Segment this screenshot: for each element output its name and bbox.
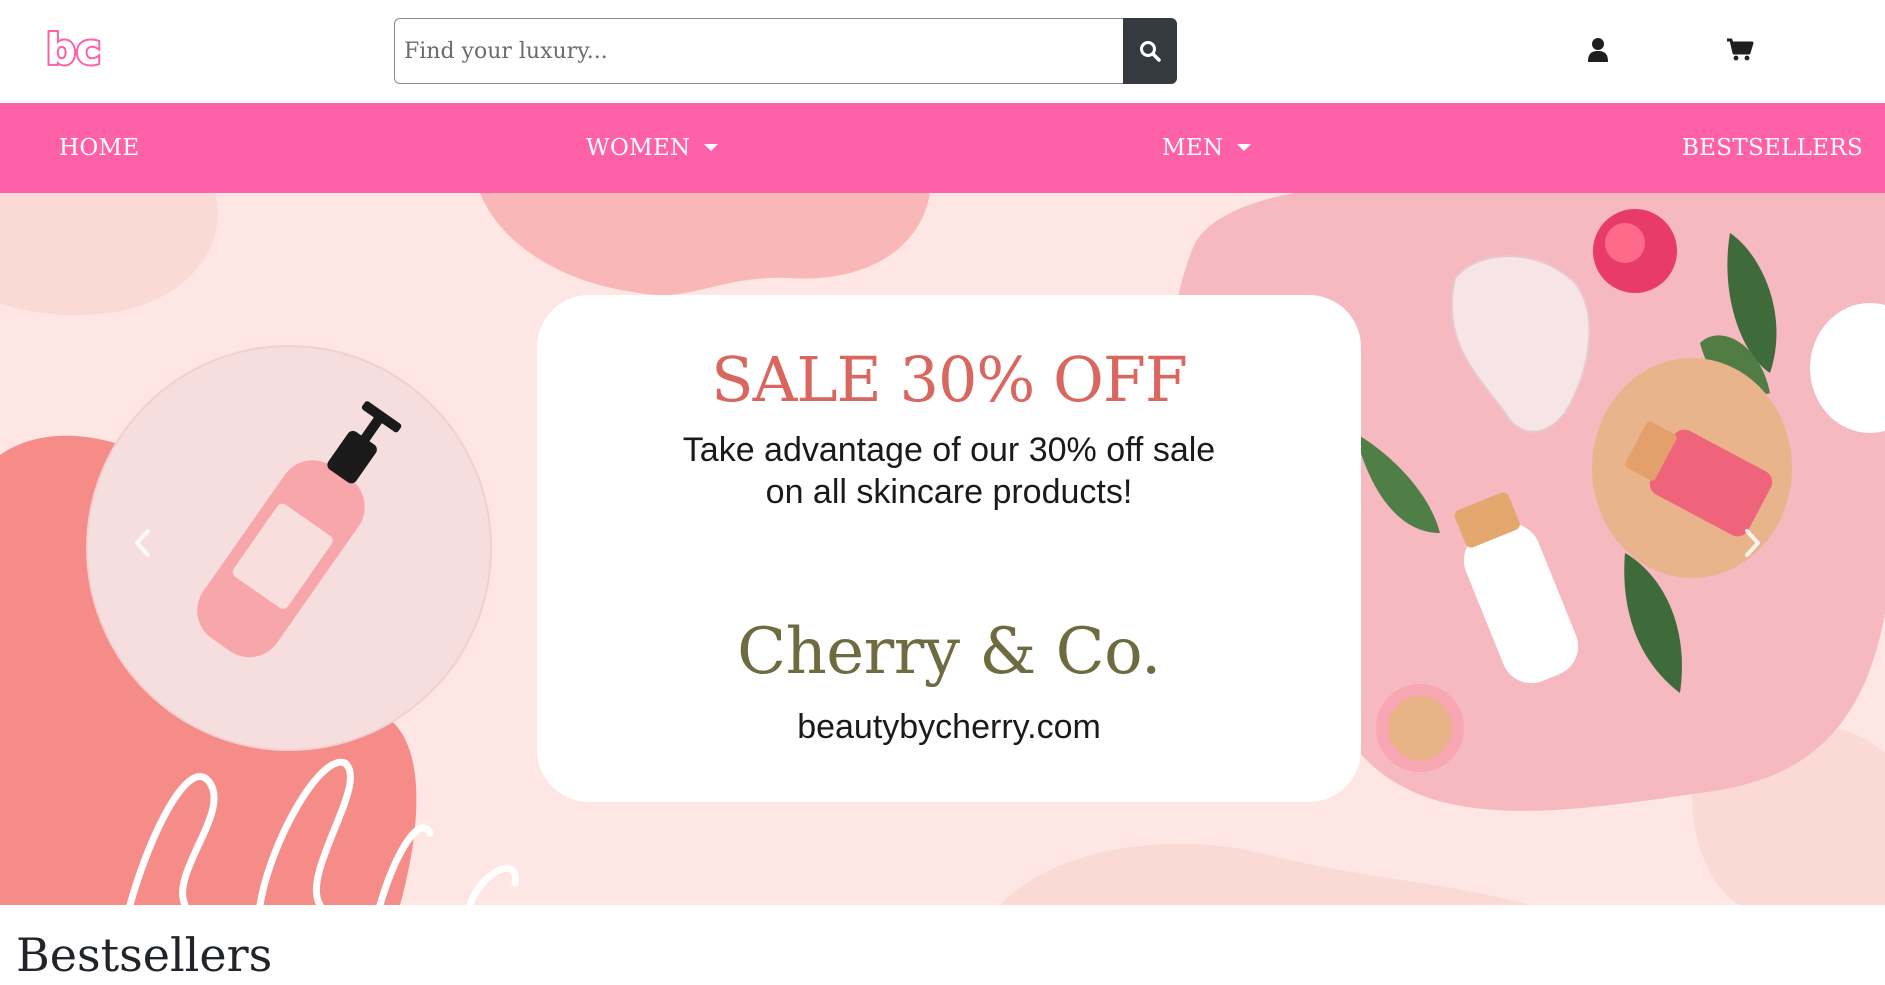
promo-card[interactable]: SALE 30% OFF Take advantage of our 30% o… bbox=[537, 295, 1361, 802]
nav-item-home[interactable]: HOME bbox=[59, 103, 139, 193]
user-icon bbox=[1588, 38, 1608, 62]
nav-item-men[interactable]: MEN bbox=[1162, 103, 1252, 193]
site-header: bc bbox=[0, 0, 1885, 103]
account-button[interactable] bbox=[1578, 30, 1618, 70]
search-input[interactable] bbox=[394, 18, 1123, 84]
logo[interactable]: bc bbox=[44, 23, 106, 76]
chevron-left-icon bbox=[135, 529, 150, 557]
cart-icon bbox=[1727, 38, 1754, 61]
caret-down-icon bbox=[1237, 143, 1252, 151]
sale-title: SALE 30% OFF bbox=[711, 343, 1188, 416]
nav-men-label: MEN bbox=[1162, 135, 1224, 161]
chevron-right-icon bbox=[1745, 529, 1760, 557]
logo-text: bc bbox=[46, 25, 101, 72]
nav-item-bestsellers[interactable]: BESTSELLERS bbox=[1682, 103, 1863, 193]
sale-description-line-1: Take advantage of our 30% off sale bbox=[682, 431, 1216, 469]
main-nav: HOME WOMEN MEN BESTSELLERS bbox=[0, 103, 1885, 193]
logo-mark: bc bbox=[44, 23, 103, 76]
caret-down-icon bbox=[704, 143, 719, 151]
search-bar bbox=[394, 18, 1177, 84]
sale-description: Take advantage of our 30% off sale on al… bbox=[537, 429, 1361, 513]
carousel-prev-button[interactable] bbox=[122, 513, 162, 573]
sale-description-line-2: on all skincare products! bbox=[765, 473, 1133, 511]
bestsellers-heading: Bestsellers bbox=[16, 928, 273, 982]
nav-women-label: WOMEN bbox=[586, 135, 691, 161]
nav-bestsellers-label: BESTSELLERS bbox=[1681, 135, 1863, 161]
cart-button[interactable] bbox=[1720, 30, 1760, 70]
brand-name: Cherry & Co. bbox=[737, 615, 1161, 689]
nav-home-label: HOME bbox=[59, 135, 140, 161]
carousel-next-button[interactable] bbox=[1733, 513, 1773, 573]
brand-url: beautybycherry.com bbox=[797, 708, 1101, 746]
hero-carousel: SALE 30% OFF Take advantage of our 30% o… bbox=[0, 193, 1885, 905]
search-button[interactable] bbox=[1123, 18, 1177, 84]
nav-item-women[interactable]: WOMEN bbox=[586, 103, 719, 193]
search-icon bbox=[1140, 41, 1161, 62]
